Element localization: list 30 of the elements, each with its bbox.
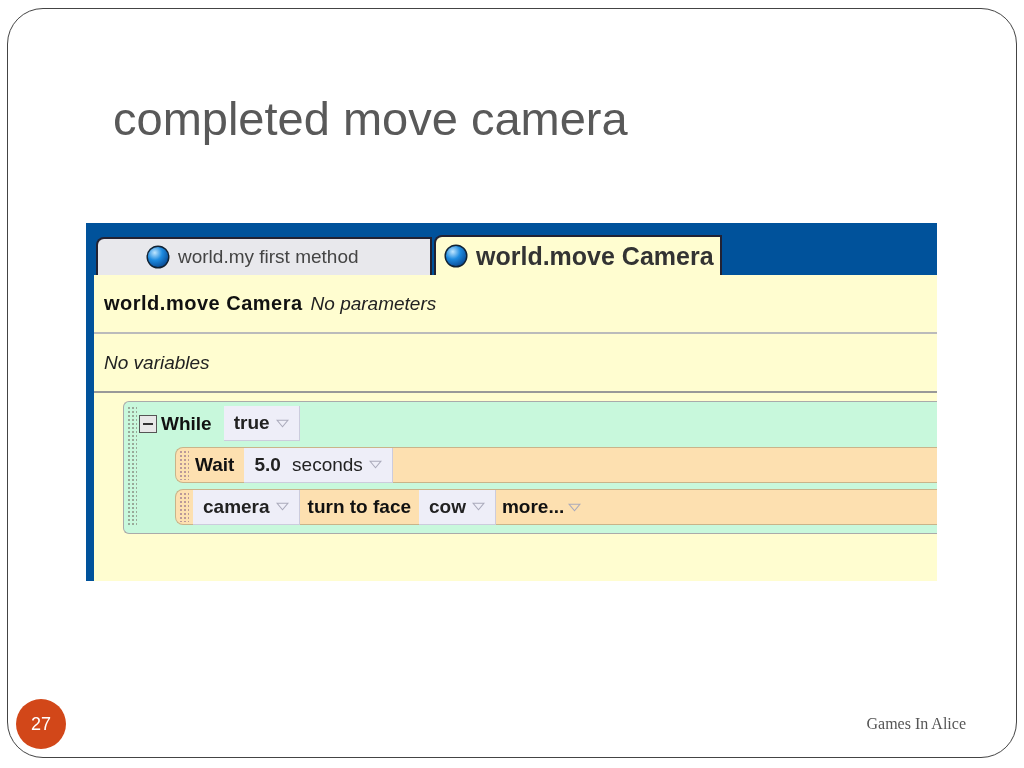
method-tab[interactable]: world.move Camera <box>434 235 722 275</box>
page-number: 27 <box>16 699 66 749</box>
drag-grip[interactable] <box>127 406 137 525</box>
caret-icon <box>368 460 382 469</box>
parameters-label: No parameters <box>310 292 437 315</box>
while-block[interactable]: While true Wait 5.0 seconds camera turn to face cow more... <box>123 401 937 534</box>
more-dropdown[interactable]: more... <box>495 496 588 518</box>
caret-icon <box>471 502 485 511</box>
drag-grip[interactable] <box>179 450 189 480</box>
variables-label: No variables <box>104 351 210 374</box>
object-dropdown[interactable]: camera <box>193 489 300 525</box>
while-keyword: While <box>160 412 213 435</box>
wait-keyword: Wait <box>194 454 236 476</box>
sphere-icon <box>444 244 468 268</box>
statement-block[interactable]: camera turn to face cow more... <box>175 489 937 525</box>
sphere-icon <box>146 245 170 269</box>
method-tab[interactable]: world.my first method <box>96 237 432 275</box>
target-dropdown[interactable]: cow <box>419 489 496 525</box>
caret-icon <box>275 502 289 511</box>
footer-text: Games In Alice <box>866 715 966 733</box>
action-label: turn to face <box>306 496 412 518</box>
collapse-toggle-icon[interactable] <box>139 414 157 433</box>
caret-icon <box>568 502 582 512</box>
method-name: world.move Camera <box>104 292 303 315</box>
drag-grip[interactable] <box>179 492 189 522</box>
statement-block[interactable]: Wait 5.0 seconds <box>175 447 937 483</box>
slide-title: completed move camera <box>112 91 629 147</box>
caret-icon <box>275 418 289 428</box>
condition-dropdown[interactable]: true <box>223 406 300 441</box>
duration-dropdown[interactable]: 5.0 seconds <box>244 447 393 483</box>
